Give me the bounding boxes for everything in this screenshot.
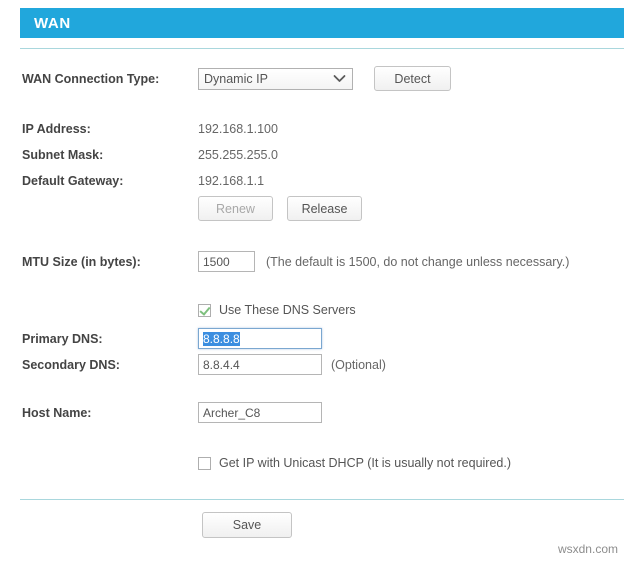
wan-connection-type-select[interactable]: Dynamic IP [198,67,353,90]
use-these-dns-checkbox-wrap[interactable]: Use These DNS Servers [198,303,356,317]
footer-actions: Save [202,512,292,538]
use-these-dns-label: Use These DNS Servers [219,303,356,317]
primary-dns-row: Primary DNS: 8.8.8.8 [22,328,322,349]
watermark: wsxdn.com [557,542,618,556]
secondary-dns-input[interactable] [198,354,322,375]
mtu-size-hint: (The default is 1500, do not change unle… [266,254,570,269]
primary-dns-value: 8.8.8.8 [203,331,240,346]
subnet-mask-row: Subnet Mask: 255.255.255.0 [22,148,278,162]
secondary-dns-label: Secondary DNS: [22,357,120,372]
ip-address-value: 192.168.1.100 [198,122,278,136]
subnet-mask-value: 255.255.255.0 [198,148,278,162]
detect-button[interactable]: Detect [374,66,451,91]
unicast-dhcp-checkbox[interactable] [198,456,211,470]
header-divider [20,48,624,49]
default-gateway-label: Default Gateway: [22,174,124,188]
save-button[interactable]: Save [202,512,292,538]
chevron-down-icon[interactable] [333,69,346,89]
wan-connection-type-row: WAN Connection Type: Dynamic IP Detect [22,66,451,91]
wan-connection-type-label: WAN Connection Type: [22,71,160,86]
use-these-dns-row: Use These DNS Servers [22,303,356,317]
footer-divider [20,499,624,500]
subnet-mask-label: Subnet Mask: [22,148,104,162]
ip-address-row: IP Address: 192.168.1.100 [22,122,278,136]
page-title: WAN [34,14,71,32]
use-these-dns-checkbox[interactable] [198,303,211,317]
unicast-dhcp-label: Get IP with Unicast DHCP (It is usually … [219,456,512,470]
primary-dns-label: Primary DNS: [22,331,103,346]
secondary-dns-row: Secondary DNS: (Optional) [22,354,386,375]
wan-connection-type-value: Dynamic IP [204,71,268,86]
unicast-dhcp-row: Get IP with Unicast DHCP (It is usually … [22,456,511,470]
mtu-size-label: MTU Size (in bytes): [22,254,141,269]
renew-button[interactable]: Renew [198,196,273,221]
mtu-size-input[interactable] [198,251,255,272]
page-header: WAN [20,8,624,38]
ip-address-label: IP Address: [22,122,91,136]
unicast-dhcp-checkbox-wrap[interactable]: Get IP with Unicast DHCP (It is usually … [198,456,511,470]
default-gateway-row: Default Gateway: 192.168.1.1 [22,174,264,188]
primary-dns-input[interactable]: 8.8.8.8 [198,328,322,349]
default-gateway-value: 192.168.1.1 [198,174,265,188]
host-name-row: Host Name: [22,402,322,423]
secondary-dns-hint: (Optional) [331,357,386,372]
wan-settings-page: WAN WAN Connection Type: Dynamic IP Dete… [0,0,624,563]
release-button[interactable]: Release [287,196,362,221]
host-name-label: Host Name: [22,405,92,420]
dhcp-actions-row: Renew Release [22,196,362,221]
mtu-size-row: MTU Size (in bytes): (The default is 150… [22,251,569,272]
host-name-input[interactable] [198,402,322,423]
